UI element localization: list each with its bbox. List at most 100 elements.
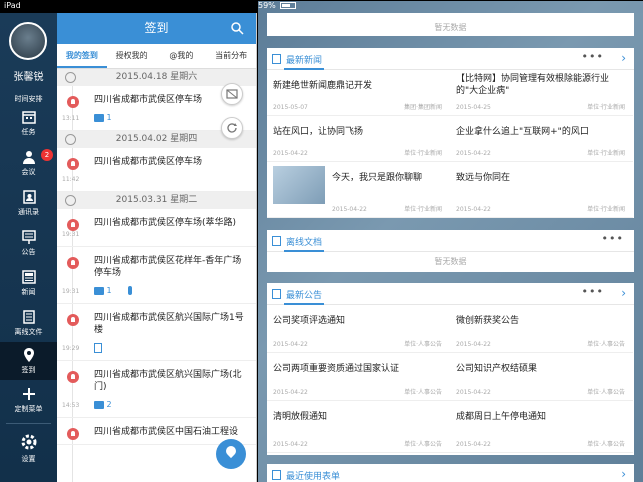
image-icon (94, 400, 104, 409)
news-item[interactable]: 今天，我只是跟你聊聊 2015-04-22 单位·行业新闻 (267, 162, 450, 218)
checkin-time: 19:31 (62, 231, 80, 238)
attachment-row (94, 342, 246, 354)
photo-count: 1 (106, 286, 112, 295)
checkin-entry[interactable]: 四川省成都市武侯区停车场(萃华路) 19:31 (57, 209, 256, 247)
location-marker-icon (67, 257, 79, 269)
avatar[interactable] (9, 22, 47, 60)
plus-icon (22, 388, 35, 400)
more-icon[interactable]: ••• (602, 232, 624, 245)
checkin-entry[interactable]: 四川省成都市武侯区花样年-香年广场停车场 1 19:31 (57, 247, 256, 304)
checkin-entry[interactable]: 四川省成都市武侯区停车场 11:42 (57, 148, 256, 192)
news-grid: 新建绝世新闻鹿鼎记开发 2015-05-07 集团·集团新闻 【比特网】协同管理… (267, 70, 634, 218)
recent-forms-header: 最近使用表单 › (267, 464, 634, 482)
photo-count: 1 (106, 113, 112, 122)
time-schedule-label: 时间安排 (14, 95, 43, 103)
chevron-right-icon[interactable]: › (621, 51, 626, 65)
sidebar-item-label: 会议 (21, 168, 36, 176)
tab-my-checkin[interactable]: 我的签到 (57, 44, 107, 68)
search-icon[interactable] (230, 21, 244, 35)
folder-icon (272, 236, 281, 246)
checkin-entry[interactable]: 四川省成都市武侯区航兴国际广场1号楼 19:29 (57, 304, 256, 361)
contacts-icon (22, 190, 36, 204)
notice-item[interactable]: 公司两项重要资质通过国家认证 2015-04-22 单位·人事公告 (267, 353, 450, 401)
notice-item[interactable]: 公司知识产权结硕果 2015-04-22 单位·人事公告 (450, 353, 633, 401)
clock-icon (65, 72, 76, 83)
checkin-tabs: 我的签到 授权我的 @我的 当前分布 (57, 44, 256, 69)
sidebar-item-tasks[interactable]: 任务 (0, 109, 57, 149)
notices-panel-title: 最新公告 (286, 291, 323, 301)
checkin-place: 四川省成都市武侯区中国石油工程设 (94, 427, 239, 437)
battery-icon (280, 2, 297, 9)
checkin-entry[interactable]: 四川省成都市武侯区航兴国际广场(北门) 2 14:53 (57, 361, 256, 418)
sidebar-item-news[interactable]: 新闻 (0, 269, 57, 309)
news-item[interactable]: 【比特网】协同管理有效根除能源行业的"大企业病" 2015-04-25 单位·行… (450, 70, 633, 116)
empty-state: 暂无数据 (434, 257, 467, 266)
sidebar-item-checkin[interactable]: 签到 (0, 342, 57, 380)
news-panel-header: 最新新闻 ••• › (267, 48, 634, 70)
empty-state: 暂无数据 (434, 23, 467, 32)
status-bar: iPad 下午4:34 59% (0, 0, 643, 470)
sidebar-item-meetings[interactable]: 2 会议 (0, 149, 57, 189)
checkin-time: 19:31 (62, 288, 80, 295)
sidebar-item-announcements[interactable]: 公告 (0, 229, 57, 269)
sidebar-item-settings[interactable]: 设置 (0, 432, 57, 472)
chevron-right-icon[interactable]: › (621, 286, 626, 300)
notices-panel: 最新公告 ••• › 公司奖项评选通知 2015-04-22 单位·人事公告 微… (267, 283, 634, 455)
tab-mentions[interactable]: @我的 (157, 44, 207, 68)
location-marker-icon (67, 158, 79, 170)
recent-forms-panel: 最近使用表单 › (267, 464, 634, 482)
gear-icon (21, 434, 36, 450)
meeting-badge: 2 (41, 149, 53, 161)
top-panel: 暂无数据 (267, 13, 634, 36)
notice-item[interactable]: 公司奖项评选通知 2015-04-22 单位·人事公告 (267, 305, 450, 353)
username: 张馨锐 (13, 72, 44, 83)
sidebar-item-label: 离线文件 (14, 328, 43, 336)
news-item[interactable]: 企业拿什么追上"互联网+"的风口 2015-04-22 单位·行业新闻 (450, 116, 633, 162)
checkin-place: 四川省成都市武侯区航兴国际广场(北门) (94, 370, 242, 392)
offline-docs-title: 离线文档 (286, 238, 323, 248)
news-icon (21, 270, 36, 284)
news-item[interactable]: 站在风口，让协同飞扬 2015-04-22 单位·行业新闻 (267, 116, 450, 162)
files-icon (22, 310, 35, 324)
announcement-icon (272, 289, 281, 299)
clock-icon (65, 195, 76, 206)
attachment-row: 1 (94, 285, 246, 297)
checkin-header: 签到 (57, 13, 256, 44)
notice-item[interactable]: 成都周日上午停电通知 2015-04-22 单位·人事公告 (450, 401, 633, 453)
tab-current-distribution[interactable]: 当前分布 (206, 44, 256, 68)
recent-forms-title: 最近使用表单 (286, 472, 341, 482)
battery-percent: 59% (258, 1, 276, 10)
form-icon (272, 470, 281, 480)
notice-item[interactable]: 清明放假通知 2015-04-22 单位·人事公告 (267, 401, 450, 453)
map-toggle-button[interactable] (221, 83, 243, 105)
more-icon[interactable]: ••• (582, 50, 604, 63)
date-header: 2015.03.31 星期二 (57, 192, 256, 209)
sidebar-item-label: 任务 (21, 128, 36, 136)
news-item[interactable]: 新建绝世新闻鹿鼎记开发 2015-05-07 集团·集团新闻 (267, 70, 450, 116)
image-icon (94, 286, 104, 295)
meeting-icon (22, 151, 35, 164)
checkin-place: 四川省成都市武侯区停车场 (94, 157, 203, 167)
refresh-icon (227, 123, 237, 133)
sidebar-item-label: 通讯录 (18, 208, 39, 216)
news-item[interactable]: 致远与你同在 2015-04-22 单位·行业新闻 (450, 162, 633, 218)
notices-grid: 公司奖项评选通知 2015-04-22 单位·人事公告 微创新获奖公告 2015… (267, 305, 634, 453)
tab-authorized-to-me[interactable]: 授权我的 (107, 44, 157, 68)
sidebar-item-label: 公告 (21, 248, 36, 256)
location-marker-icon (67, 371, 79, 383)
sidebar-item-contacts[interactable]: 通讯录 (0, 189, 57, 229)
news-icon (272, 54, 281, 64)
checkin-time: 13:11 (62, 115, 80, 122)
sidebar-item-label: 设置 (21, 455, 36, 463)
checkin-panel: 签到 我的签到 授权我的 @我的 当前分布 2015.04.18 星期六 四川省… (57, 13, 257, 482)
refresh-button[interactable] (221, 117, 243, 139)
sidebar: 张馨锐 时间安排 任务 2 会议 通讯录 公告 新闻 离线文件 签到 定制菜单 … (0, 13, 57, 482)
document-icon (94, 342, 102, 353)
checkin-location-button[interactable] (216, 439, 246, 469)
notice-item[interactable]: 微创新获奖公告 2015-04-22 单位·人事公告 (450, 305, 633, 353)
sidebar-item-custom-menu[interactable]: 定制菜单 (0, 386, 57, 426)
checkin-place: 四川省成都市武侯区停车场(萃华路) (94, 218, 237, 228)
more-icon[interactable]: ••• (582, 285, 604, 298)
chevron-right-icon[interactable]: › (621, 467, 626, 481)
checkin-time: 14:53 (62, 402, 80, 409)
